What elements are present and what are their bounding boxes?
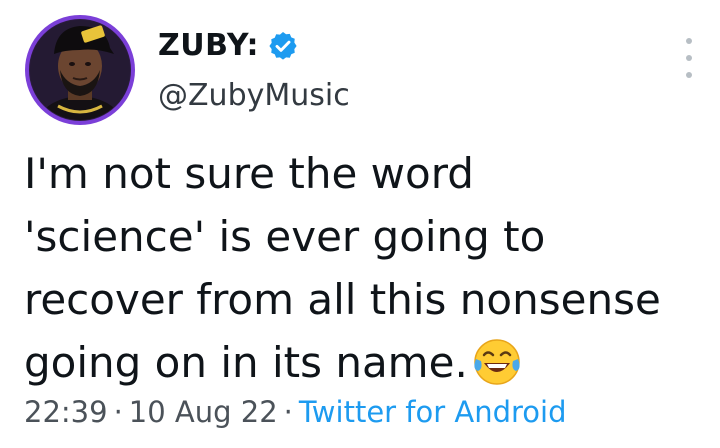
dot-icon xyxy=(686,38,692,44)
tweet-date[interactable]: 10 Aug 22 xyxy=(129,395,278,429)
tweet-text-line: recover from all this nonsense xyxy=(24,275,661,324)
avatar[interactable] xyxy=(24,14,136,126)
tweet-time[interactable]: 22:39 xyxy=(24,395,108,429)
dot-icon xyxy=(686,55,692,61)
user-handle[interactable]: @ZubyMusic xyxy=(158,78,350,114)
verified-badge-icon xyxy=(267,30,299,62)
tweet-text-line: 'science' is ever going to xyxy=(24,212,546,261)
tweet-meta: 22:39 · 10 Aug 22 · Twitter for Android xyxy=(24,394,567,430)
tweet-text-line: going on in its name. xyxy=(24,338,468,387)
meta-separator: · xyxy=(113,395,123,429)
avatar-image xyxy=(25,15,135,125)
author-name-row[interactable]: ZUBY: xyxy=(158,28,299,64)
dot-icon xyxy=(686,72,692,78)
tweet-text: I'm not sure the word 'science' is ever … xyxy=(24,142,714,394)
more-options-icon[interactable] xyxy=(684,38,694,78)
tweet-text-line-last: going on in its name. xyxy=(24,331,714,394)
display-name[interactable]: ZUBY: xyxy=(158,28,259,64)
tweet-source-link[interactable]: Twitter for Android xyxy=(299,395,567,429)
tweet-text-line: I'm not sure the word xyxy=(24,149,474,198)
tweet-card: ZUBY: @ZubyMusic I'm not sure the word '… xyxy=(0,0,720,448)
tears-of-joy-emoji-icon xyxy=(472,337,522,387)
meta-separator: · xyxy=(283,395,293,429)
